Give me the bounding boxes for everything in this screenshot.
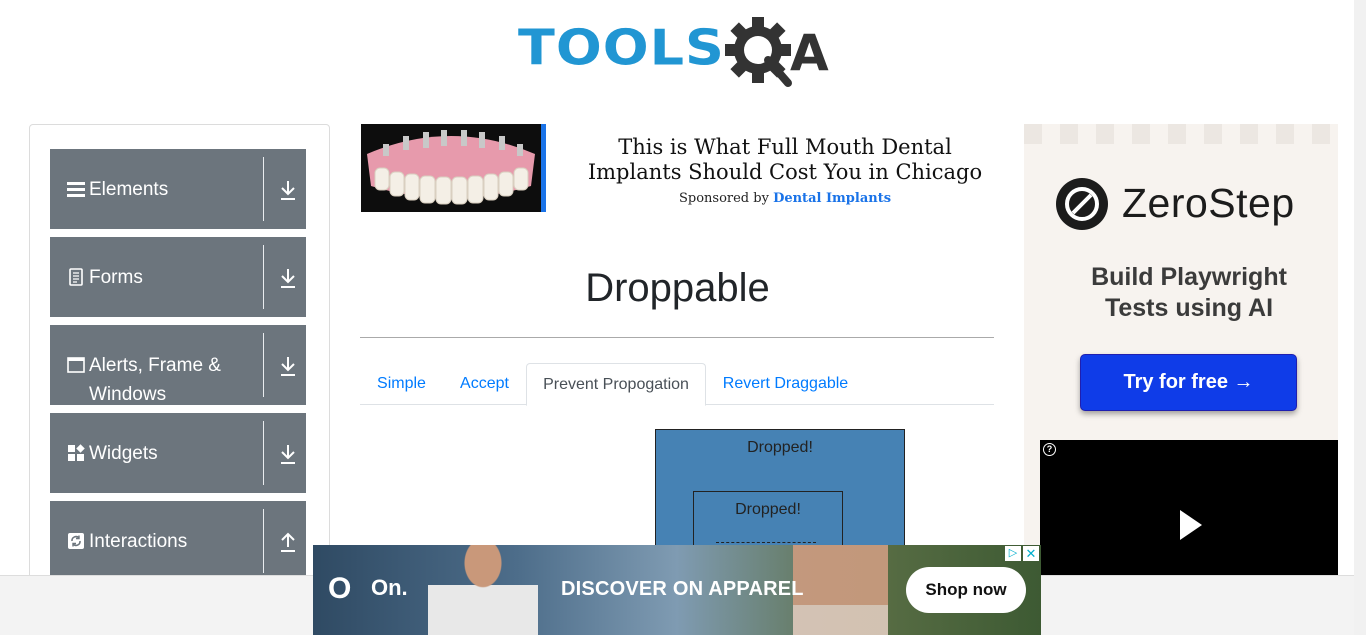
divider <box>263 509 264 573</box>
shop-now-button[interactable]: Shop now <box>906 567 1026 613</box>
zerostep-tagline: Build Playwright Tests using AI <box>1091 263 1287 322</box>
widgets-icon <box>68 444 85 461</box>
page: TOOLS A Elements Forms Alerts, Frame & W… <box>0 0 1366 635</box>
logo-text: TOOLS <box>518 19 725 77</box>
close-icon[interactable]: ✕ <box>1023 546 1039 561</box>
ad-model-image <box>428 545 538 635</box>
sidebar-group-label: Widgets <box>89 443 158 464</box>
sponsor-link[interactable]: Dental Implants <box>773 191 891 206</box>
window-icon <box>67 357 85 373</box>
help-icon[interactable]: ? <box>1043 443 1056 456</box>
scrollbar[interactable] <box>1354 0 1366 635</box>
logo-suffix: A <box>790 24 829 82</box>
sidebar-group-alerts[interactable]: Alerts, Frame & Windows <box>50 325 306 405</box>
on-logo-icon: O <box>328 572 352 605</box>
inner-drop-text: Dropped! <box>735 501 801 518</box>
tab-prevent-propogation[interactable]: Prevent Propogation <box>526 363 706 406</box>
ad-pattern <box>1024 124 1338 144</box>
document-icon <box>69 268 83 286</box>
ad-sponsor-line: Sponsored by Dental Implants <box>576 191 994 206</box>
dental-implant-image[interactable] <box>361 124 546 212</box>
page-title: Droppable <box>585 266 770 310</box>
sponsor-prefix: Sponsored by <box>678 191 769 206</box>
play-icon[interactable] <box>1180 510 1202 540</box>
tab-bar: Simple Accept Prevent Propogation Revert… <box>360 363 994 406</box>
sidebar-group-label: Elements <box>89 179 169 200</box>
download-arrow-icon[interactable] <box>278 355 298 377</box>
download-arrow-icon[interactable] <box>278 267 298 289</box>
sidebar-group-label: Interactions <box>89 531 188 552</box>
toolsqa-logo[interactable]: TOOLS A <box>518 16 840 90</box>
sidebar-group-widgets[interactable]: Widgets <box>50 413 306 493</box>
on-brand: On. <box>371 575 408 600</box>
tab-accept[interactable]: Accept <box>443 363 526 405</box>
sponsored-ad[interactable]: This is What Full Mouth Dental Implants … <box>361 124 994 214</box>
tab-simple[interactable]: Simple <box>360 363 443 405</box>
try-for-free-button[interactable]: Try for free → <box>1080 354 1297 411</box>
sidebar-group-forms[interactable]: Forms <box>50 237 306 317</box>
title-divider <box>360 337 994 338</box>
menu-icon <box>67 182 85 197</box>
sidebar: Elements Forms Alerts, Frame & Windows W… <box>29 124 330 594</box>
video-player[interactable]: ? <box>1040 440 1338 575</box>
download-arrow-icon[interactable] <box>278 179 298 201</box>
ad-headline[interactable]: This is What Full Mouth Dental Implants … <box>576 135 994 185</box>
sidebar-group-elements[interactable]: Elements <box>50 149 306 229</box>
divider <box>263 333 264 397</box>
ad-model-image-2 <box>793 545 888 635</box>
zerostep-brand: ZeroStep <box>1122 180 1295 226</box>
divider <box>263 157 264 221</box>
divider <box>263 245 264 309</box>
dental-implant-illustration <box>361 124 541 212</box>
zerostep-logo-icon <box>1056 178 1108 230</box>
upload-arrow-icon[interactable] <box>278 531 298 553</box>
sidebar-group-label: Forms <box>89 267 143 288</box>
adchoices-icon[interactable]: ▷ <box>1005 546 1021 561</box>
divider <box>263 421 264 485</box>
download-arrow-icon[interactable] <box>278 443 298 465</box>
tab-revert-draggable[interactable]: Revert Draggable <box>706 363 865 405</box>
sidebar-group-label: Alerts, Frame & Windows <box>89 355 221 405</box>
on-apparel-ad[interactable]: O On. DISCOVER ON APPAREL Shop now ▷ ✕ <box>313 545 1041 635</box>
interactions-icon <box>68 533 84 549</box>
ad-headline: DISCOVER ON APPAREL <box>561 578 804 600</box>
sidebar-group-interactions[interactable]: Interactions <box>50 501 306 581</box>
outer-drop-text: Dropped! <box>747 439 813 456</box>
